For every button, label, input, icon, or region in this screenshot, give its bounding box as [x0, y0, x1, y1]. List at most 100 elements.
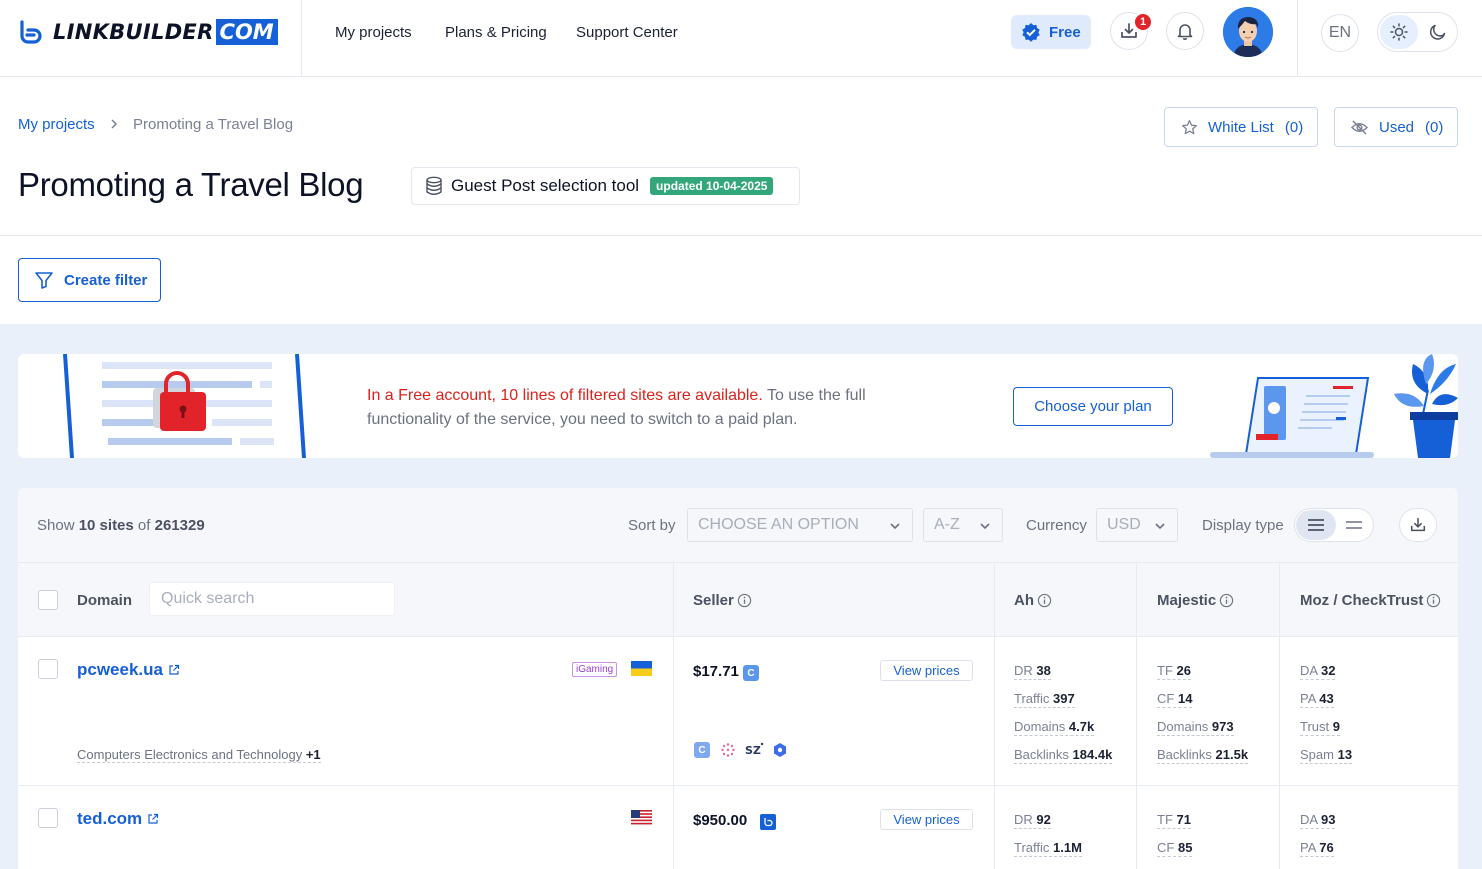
upgrade-highlight: In a Free account, 10 lines of filtered …	[367, 387, 763, 404]
metric-label: TF	[1157, 812, 1173, 827]
seller-sz-icon: SZ	[745, 742, 764, 757]
column-domain[interactable]: Domain	[77, 592, 132, 609]
display-expanded-option[interactable]	[1296, 510, 1336, 540]
list-compact-icon	[1346, 521, 1362, 529]
create-filter-button[interactable]: Create filter	[18, 258, 161, 302]
column-divider	[673, 562, 674, 869]
chevron-down-icon	[1155, 523, 1165, 530]
metric-label: CF	[1157, 691, 1175, 706]
user-avatar[interactable]	[1223, 7, 1273, 57]
display-type-toggle[interactable]	[1294, 508, 1374, 542]
sort-select-value: CHOOSE AN OPTION	[698, 516, 859, 533]
moz-da: DA 32	[1300, 663, 1336, 680]
domain-name: pcweek.ua	[77, 660, 163, 679]
filter-icon	[35, 272, 53, 289]
metric-label: PA	[1300, 691, 1316, 706]
metric-label: Domains	[1157, 719, 1209, 734]
domain-link[interactable]: pcweek.ua	[77, 660, 180, 680]
metric-value: 9	[1332, 719, 1340, 734]
sort-select[interactable]: CHOOSE AN OPTION	[687, 508, 913, 542]
logo[interactable]: LINKBUILDER COM	[17, 19, 278, 45]
theme-light-option[interactable]	[1380, 15, 1418, 49]
table-toolbar: Show 10 sites of 261329 Sort by CHOOSE A…	[18, 488, 1458, 562]
domain-name: ted.com	[77, 809, 143, 828]
metric-value: 13	[1337, 747, 1353, 762]
theme-dark-option[interactable]	[1420, 15, 1456, 49]
majestic-backlinks: Backlinks 21.5k	[1157, 747, 1249, 764]
export-download-button[interactable]	[1399, 508, 1437, 542]
display-type-label: Display type	[1202, 517, 1284, 534]
top-header: LINKBUILDER COM My projects Plans & Pric…	[0, 0, 1482, 77]
seller-c-icon: C	[694, 742, 710, 758]
order-select-value: A-Z	[934, 516, 960, 533]
metric-label: DA	[1300, 663, 1318, 678]
column-ah[interactable]: Ah	[1014, 592, 1052, 609]
column-moz-checktrust[interactable]: Moz / CheckTrust	[1300, 592, 1441, 609]
majestic-tf: TF 71	[1157, 812, 1191, 829]
notifications-button[interactable]	[1166, 12, 1204, 50]
nav-support-center[interactable]: Support Center	[576, 24, 678, 41]
breadcrumb-current: Promoting a Travel Blog	[133, 116, 294, 133]
category-label[interactable]: Computers Electronics and Technology +1	[77, 747, 321, 763]
column-majestic[interactable]: Majestic	[1157, 592, 1234, 609]
column-divider	[1279, 562, 1280, 869]
tool-label: Guest Post selection tool	[451, 176, 640, 195]
metric-label: Domains	[1014, 719, 1066, 734]
download-count-badge: 1	[1134, 13, 1152, 31]
info-icon[interactable]	[737, 593, 752, 608]
nav-plans-pricing[interactable]: Plans & Pricing	[445, 24, 547, 41]
metric-value: 4.7k	[1068, 719, 1095, 734]
view-prices-button[interactable]: View prices	[880, 809, 973, 830]
column-divider	[1136, 562, 1137, 869]
page-title: Promoting a Travel Blog	[18, 166, 364, 203]
majestic-cf: CF 14	[1157, 691, 1193, 708]
row-checkbox[interactable]	[38, 659, 58, 679]
row-checkbox[interactable]	[38, 808, 58, 828]
ah-backlinks: Backlinks 184.4k	[1014, 747, 1113, 764]
order-select[interactable]: A-Z	[923, 508, 1003, 542]
metric-label: Traffic	[1014, 691, 1050, 706]
show-count: 10 sites	[78, 517, 134, 534]
choose-plan-button[interactable]: Choose your plan	[1013, 387, 1173, 426]
ah-traffic: Traffic 397	[1014, 691, 1075, 708]
white-list-button[interactable]: White List (0)	[1164, 107, 1318, 147]
ukraine-flag-icon	[631, 661, 652, 676]
nav-my-projects[interactable]: My projects	[335, 24, 412, 41]
sites-table-panel: Show 10 sites of 261329 Sort by CHOOSE A…	[18, 488, 1458, 869]
info-icon[interactable]	[1037, 593, 1052, 608]
display-compact-option[interactable]	[1335, 510, 1373, 540]
majestic-tf: TF 26	[1157, 663, 1191, 680]
theme-toggle[interactable]	[1377, 12, 1458, 52]
metric-value: 85	[1177, 840, 1193, 855]
select-all-checkbox[interactable]	[38, 590, 58, 610]
list-expanded-icon	[1308, 519, 1324, 531]
plan-free-button[interactable]: Free	[1011, 15, 1091, 49]
metric-value: 397	[1053, 691, 1075, 706]
metric-label: PA	[1300, 840, 1316, 855]
metric-label: CF	[1157, 840, 1175, 855]
used-button[interactable]: Used (0)	[1334, 107, 1458, 147]
metric-label: DR	[1014, 812, 1033, 827]
updated-badge: updated 10-04-2025	[650, 177, 774, 195]
currency-select[interactable]: USD	[1096, 508, 1178, 542]
seller-header-label: Seller	[693, 592, 734, 609]
metric-value: 71	[1176, 812, 1191, 827]
domain-link[interactable]: ted.com	[77, 809, 159, 829]
ah-dr: DR 92	[1014, 812, 1051, 829]
view-prices-button[interactable]: View prices	[880, 660, 973, 681]
breadcrumb-my-projects[interactable]: My projects	[18, 116, 95, 133]
info-icon[interactable]	[1219, 593, 1234, 608]
quick-search-input[interactable]: Quick search	[149, 582, 395, 616]
column-seller[interactable]: Seller	[693, 592, 752, 609]
info-icon[interactable]	[1426, 593, 1441, 608]
majestic-cf: CF 85	[1157, 840, 1193, 857]
moz-pa: PA 76	[1300, 840, 1334, 857]
table-header: Domain Quick search Seller Ah Majestic M…	[18, 562, 1458, 637]
locked-document-illustration-icon	[63, 354, 306, 458]
ah-header-label: Ah	[1014, 592, 1034, 609]
plan-label: Free	[1049, 23, 1081, 41]
language-button[interactable]: EN	[1321, 14, 1359, 52]
metric-value: 76	[1319, 840, 1334, 855]
header-divider	[301, 0, 302, 77]
moon-icon	[1429, 24, 1446, 40]
